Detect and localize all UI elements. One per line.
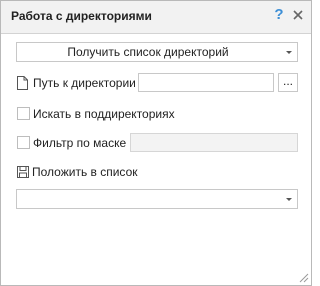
mask-filter-input[interactable] (130, 133, 298, 152)
put-to-list-label: Положить в список (32, 165, 138, 179)
search-subdirectories-checkbox[interactable] (17, 107, 30, 120)
dialog-window: Работа с директориями ? Получить список … (0, 0, 312, 286)
action-select-value: Получить список директорий (67, 45, 229, 59)
resize-grip-icon[interactable] (297, 271, 309, 283)
help-icon[interactable]: ? (272, 6, 286, 24)
dialog-title: Работа с директориями (11, 9, 152, 23)
chevron-down-icon (286, 51, 292, 54)
browse-button[interactable]: ... (278, 73, 298, 92)
directory-path-label: Путь к директории (33, 76, 136, 90)
list-select[interactable] (16, 189, 298, 209)
mask-filter-checkbox[interactable] (17, 136, 30, 149)
directory-path-input[interactable] (138, 73, 274, 92)
save-icon (17, 166, 29, 178)
close-icon[interactable] (291, 7, 305, 23)
file-icon (17, 76, 28, 90)
mask-filter-label: Фильтр по маске (33, 136, 127, 150)
action-select[interactable]: Получить список директорий (16, 42, 298, 62)
chevron-down-icon (286, 198, 292, 201)
search-subdirectories-label: Искать в поддиректориях (33, 107, 175, 121)
list-select-value (17, 190, 279, 208)
title-bar[interactable]: Работа с директориями ? (1, 1, 311, 34)
